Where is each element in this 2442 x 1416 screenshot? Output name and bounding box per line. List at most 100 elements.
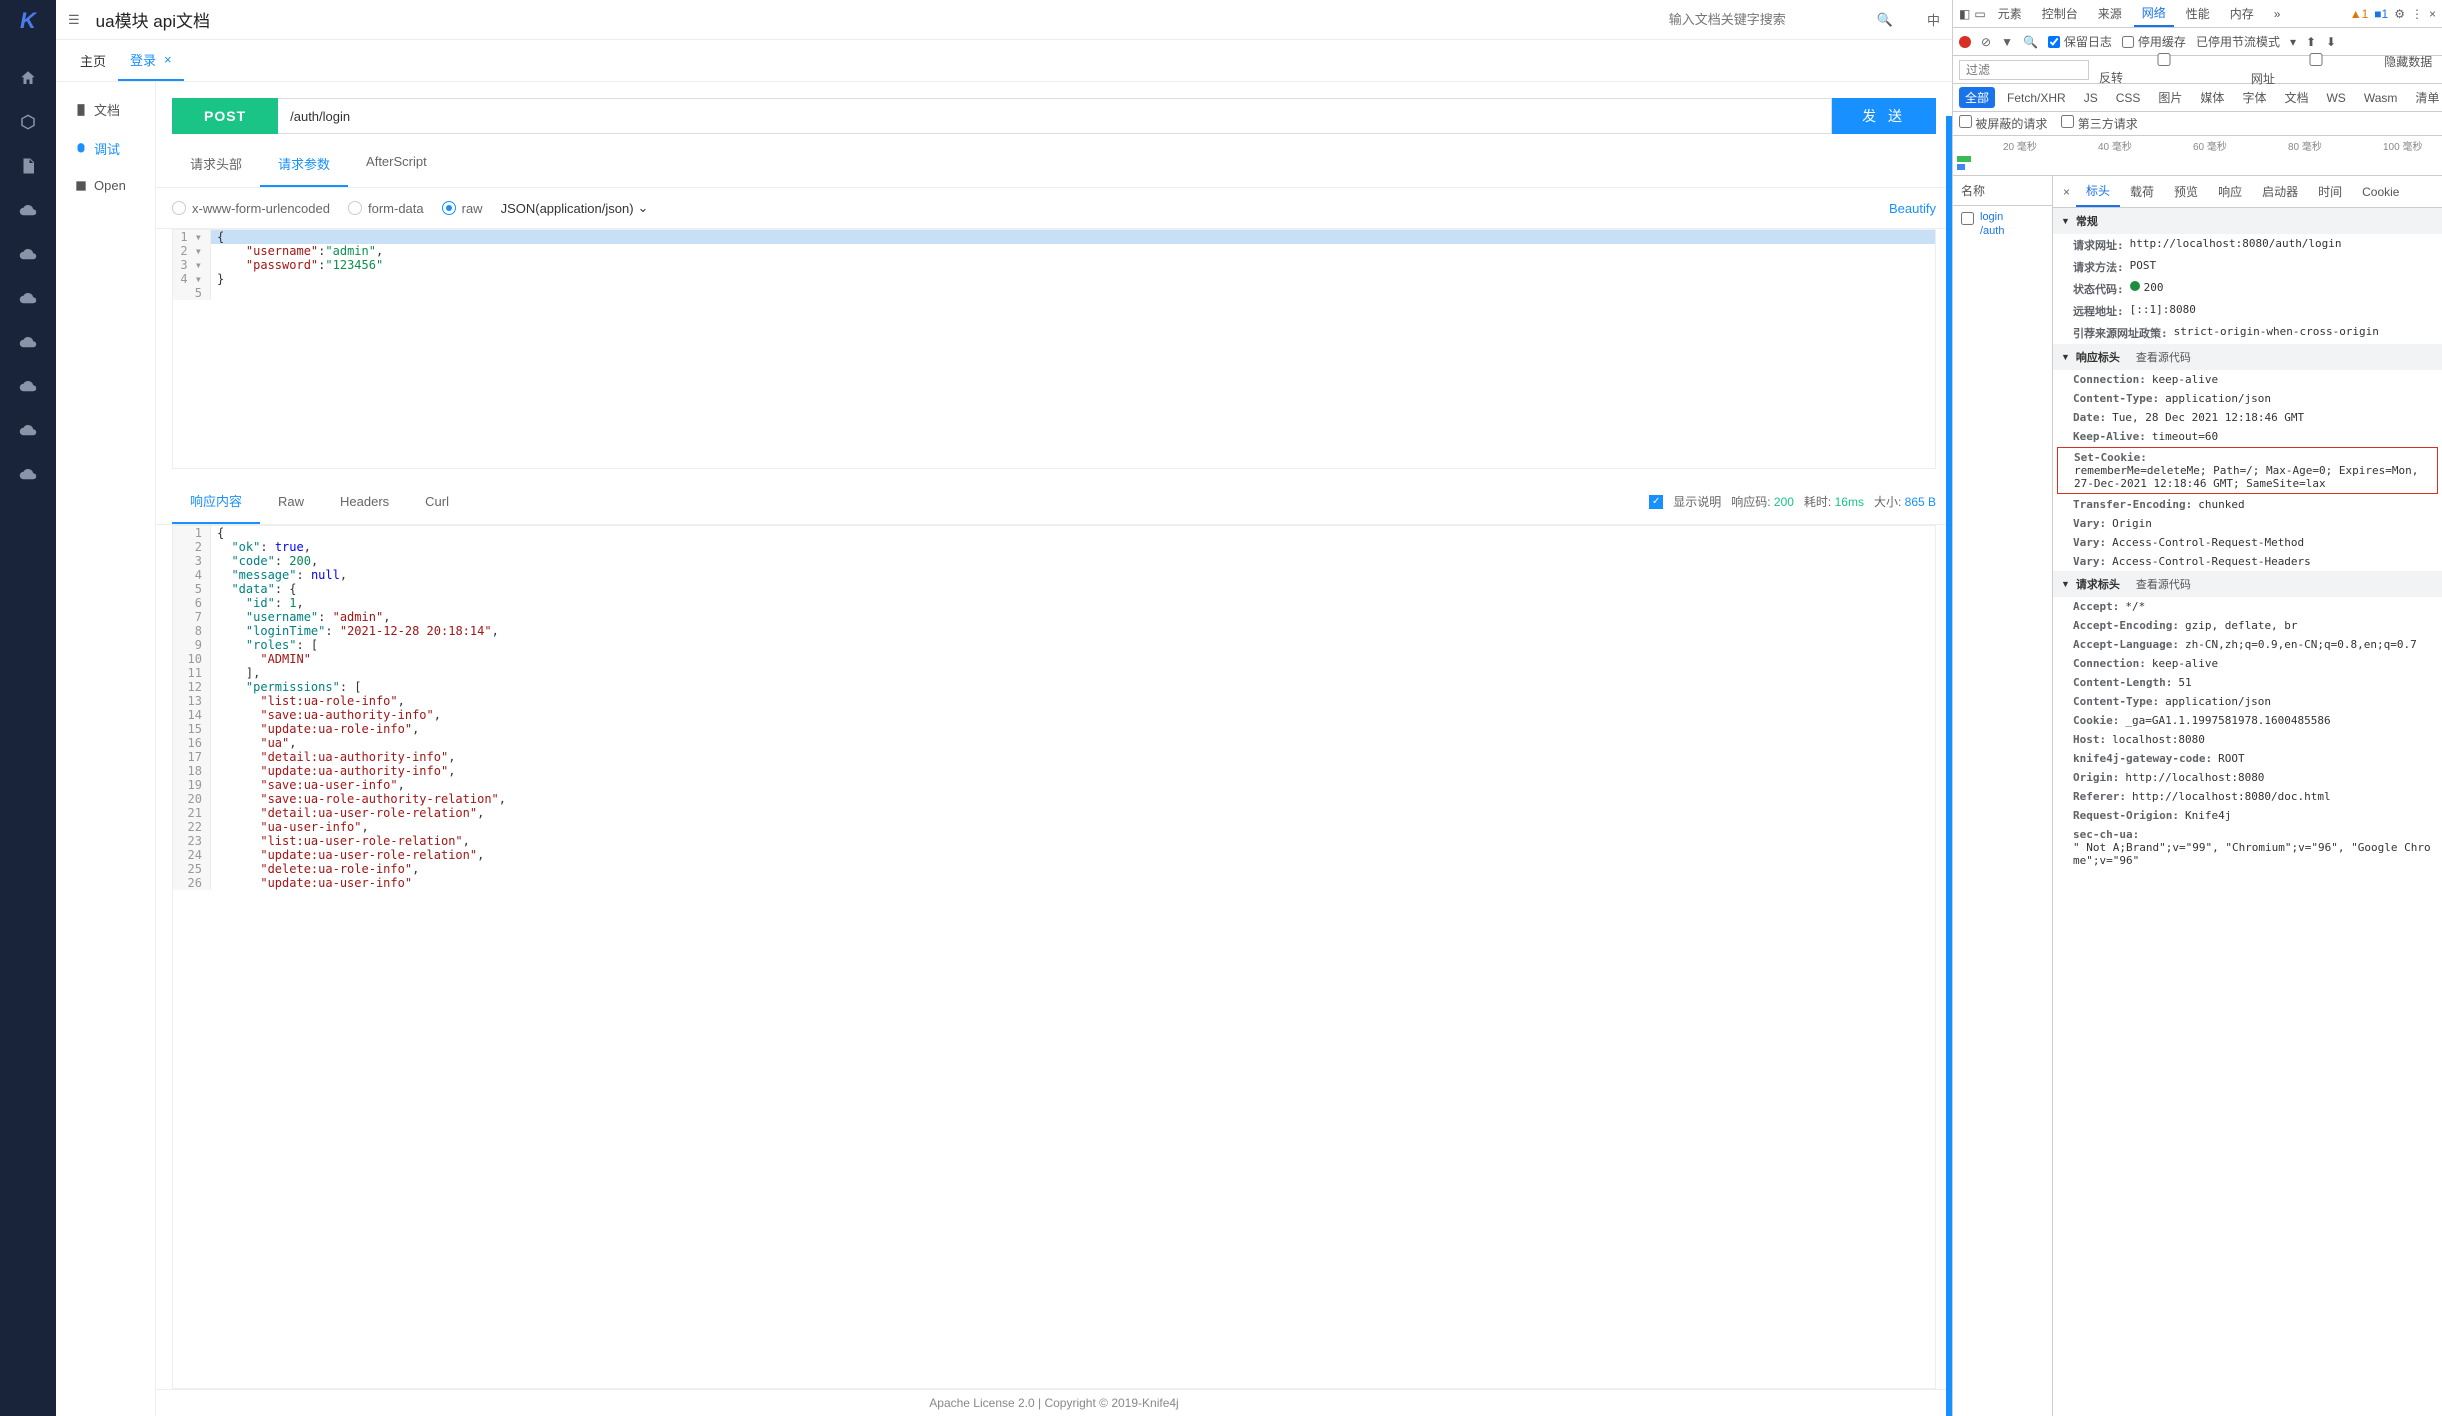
send-button[interactable]: 发 送 (1832, 98, 1936, 134)
type-filter[interactable]: Wasm (2358, 89, 2404, 107)
content: POST /auth/login 发 送 请求头部 请求参数 AfterScri… (156, 82, 1952, 1416)
kebab-icon[interactable]: ⋮ (2411, 7, 2423, 21)
radio-form-data[interactable]: form-data (348, 201, 424, 216)
cloud-icon[interactable] (8, 410, 48, 450)
tab-more[interactable]: » (2266, 3, 2289, 25)
tab-login[interactable]: 登录× (118, 40, 184, 81)
gear-icon[interactable]: ⚙ (2394, 7, 2405, 21)
preserve-log-checkbox[interactable]: 保留日志 (2048, 33, 2112, 50)
close-icon[interactable]: × (2429, 7, 2436, 21)
type-filter[interactable]: 字体 (2236, 87, 2272, 108)
response-body-editor[interactable]: 1{2 "ok": true,3 "code": 200,4 "message"… (172, 525, 1936, 1389)
language-toggle[interactable]: 中 (1927, 10, 1940, 29)
tab-headers[interactable]: 标头 (2076, 176, 2120, 207)
search-icon[interactable]: 🔍 (2023, 35, 2038, 49)
tab-console[interactable]: 控制台 (2034, 1, 2086, 26)
detail-sections: ▼常规请求网址:http://localhost:8080/auth/login… (2053, 208, 2442, 1416)
tab-performance[interactable]: 性能 (2178, 1, 2218, 26)
search-icon[interactable]: 🔍 (1877, 12, 1893, 28)
request-body-editor[interactable]: 1 ▾{2 ▾ "username":"admin",3 ▾ "password… (172, 229, 1936, 469)
kv-row: Set-Cookie:rememberMe=deleteMe; Path=/; … (2057, 447, 2438, 494)
tab-timing[interactable]: 时间 (2308, 177, 2352, 206)
tab-elements[interactable]: 元素 (1990, 1, 2030, 26)
cloud-icon[interactable] (8, 278, 48, 318)
devtools-timeline[interactable]: 20 毫秒40 毫秒60 毫秒80 毫秒100 毫秒 (1953, 136, 2442, 176)
request-checkbox[interactable] (1961, 212, 1974, 225)
type-filter[interactable]: 清单 (2409, 87, 2442, 108)
invert-checkbox[interactable]: 反转 (2099, 53, 2241, 86)
hide-data-checkbox[interactable]: 隐藏数据网址 (2251, 53, 2436, 87)
third-party-checkbox[interactable]: 第三方请求 (2061, 115, 2137, 132)
menu-toggle-icon[interactable]: ☰ (68, 12, 80, 28)
type-filter[interactable]: WS (2320, 89, 2351, 107)
chevron-down-icon[interactable]: ▾ (2290, 35, 2296, 49)
device-icon[interactable]: ▭ (1974, 7, 1985, 21)
inspect-icon[interactable]: ◧ (1959, 7, 1970, 21)
type-filter[interactable]: JS (2078, 89, 2104, 107)
tab-resp-curl[interactable]: Curl (407, 482, 467, 521)
tab-req-headers[interactable]: 请求头部 (172, 142, 260, 187)
download-icon[interactable]: ⬇ (2326, 35, 2336, 49)
tab-sources[interactable]: 来源 (2090, 1, 2130, 26)
radio-form-url[interactable]: x-www-form-urlencoded (172, 201, 330, 216)
type-filter[interactable]: CSS (2110, 89, 2147, 107)
sidebar-item-open[interactable]: Open (60, 168, 151, 203)
section-general[interactable]: ▼常规 (2053, 208, 2442, 234)
issue-icon[interactable]: ■1 (2374, 7, 2388, 21)
warning-icon[interactable]: ▲1 (2350, 7, 2369, 21)
cloud-icon[interactable] (8, 366, 48, 406)
section-response-headers[interactable]: ▼响应标头查看源代码 (2053, 344, 2442, 370)
disable-cache-checkbox[interactable]: 停用缓存 (2122, 33, 2186, 50)
cloud-icon[interactable] (8, 322, 48, 362)
blocked-checkbox[interactable]: 被屏蔽的请求 (1959, 115, 2047, 132)
record-icon[interactable] (1959, 36, 1971, 48)
page-title: ua模块 api文档 (96, 7, 210, 32)
kv-row: Vary:Origin (2053, 514, 2442, 533)
sidebar-item-debug[interactable]: 调试 (60, 129, 151, 168)
type-filter[interactable]: Fetch/XHR (2001, 89, 2072, 107)
sidebar-item-doc[interactable]: 文档 (60, 90, 151, 129)
content-type-select[interactable]: JSON(application/json) ⌄ (501, 200, 649, 216)
cube-icon[interactable] (8, 102, 48, 142)
tab-home[interactable]: 主页 (68, 40, 118, 81)
cloud-icon[interactable] (8, 190, 48, 230)
radio-raw[interactable]: raw (442, 201, 483, 216)
kv-row: 请求方法:POST (2053, 256, 2442, 278)
filter-input[interactable] (1959, 60, 2089, 80)
tab-cookies[interactable]: Cookie (2352, 179, 2409, 205)
tab-resp-raw[interactable]: Raw (260, 482, 322, 521)
type-filter[interactable]: 全部 (1959, 87, 1995, 108)
tab-preview[interactable]: 预览 (2164, 177, 2208, 206)
section-request-headers[interactable]: ▼请求标头查看源代码 (2053, 571, 2442, 597)
filter-icon[interactable]: ▼ (2001, 35, 2013, 49)
tab-req-params[interactable]: 请求参数 (260, 142, 348, 187)
document-icon[interactable] (8, 146, 48, 186)
tab-resp-content[interactable]: 响应内容 (172, 479, 260, 524)
type-filter[interactable]: 图片 (2152, 87, 2188, 108)
clear-icon[interactable]: ⊘ (1981, 35, 1991, 49)
type-filter[interactable]: 媒体 (2194, 87, 2230, 108)
url-input[interactable]: /auth/login (278, 98, 1832, 134)
close-icon[interactable]: × (2057, 181, 2076, 203)
request-item[interactable]: login/auth (1953, 206, 2052, 243)
home-icon[interactable] (8, 58, 48, 98)
tab-payload[interactable]: 载荷 (2120, 177, 2164, 206)
tab-req-after[interactable]: AfterScript (348, 142, 445, 187)
checkbox-show-desc[interactable]: ✓ (1649, 495, 1663, 509)
tab-memory[interactable]: 内存 (2222, 1, 2262, 26)
tab-initiator[interactable]: 启动器 (2252, 177, 2308, 206)
response-meta: ✓ 显示说明 响应码: 200 耗时: 16ms 大小: 865 B (1649, 493, 1936, 510)
type-filter[interactable]: 文档 (2278, 87, 2314, 108)
cloud-icon[interactable] (8, 454, 48, 494)
cloud-icon[interactable] (8, 234, 48, 274)
throttling-select[interactable]: 已停用节流模式 (2196, 33, 2280, 50)
tab-resp-headers[interactable]: Headers (322, 482, 407, 521)
kv-row: Host:localhost:8080 (2053, 730, 2442, 749)
devtools-type-filters: 全部Fetch/XHRJSCSS图片媒体字体文档WSWasm清单其他 有已拦截的… (1953, 84, 2442, 112)
tab-network[interactable]: 网络 (2134, 0, 2174, 27)
close-icon[interactable]: × (164, 52, 172, 67)
upload-icon[interactable]: ⬆ (2306, 35, 2316, 49)
tab-response[interactable]: 响应 (2208, 177, 2252, 206)
search-input[interactable] (1669, 12, 1849, 27)
beautify-button[interactable]: Beautify (1889, 201, 1936, 216)
